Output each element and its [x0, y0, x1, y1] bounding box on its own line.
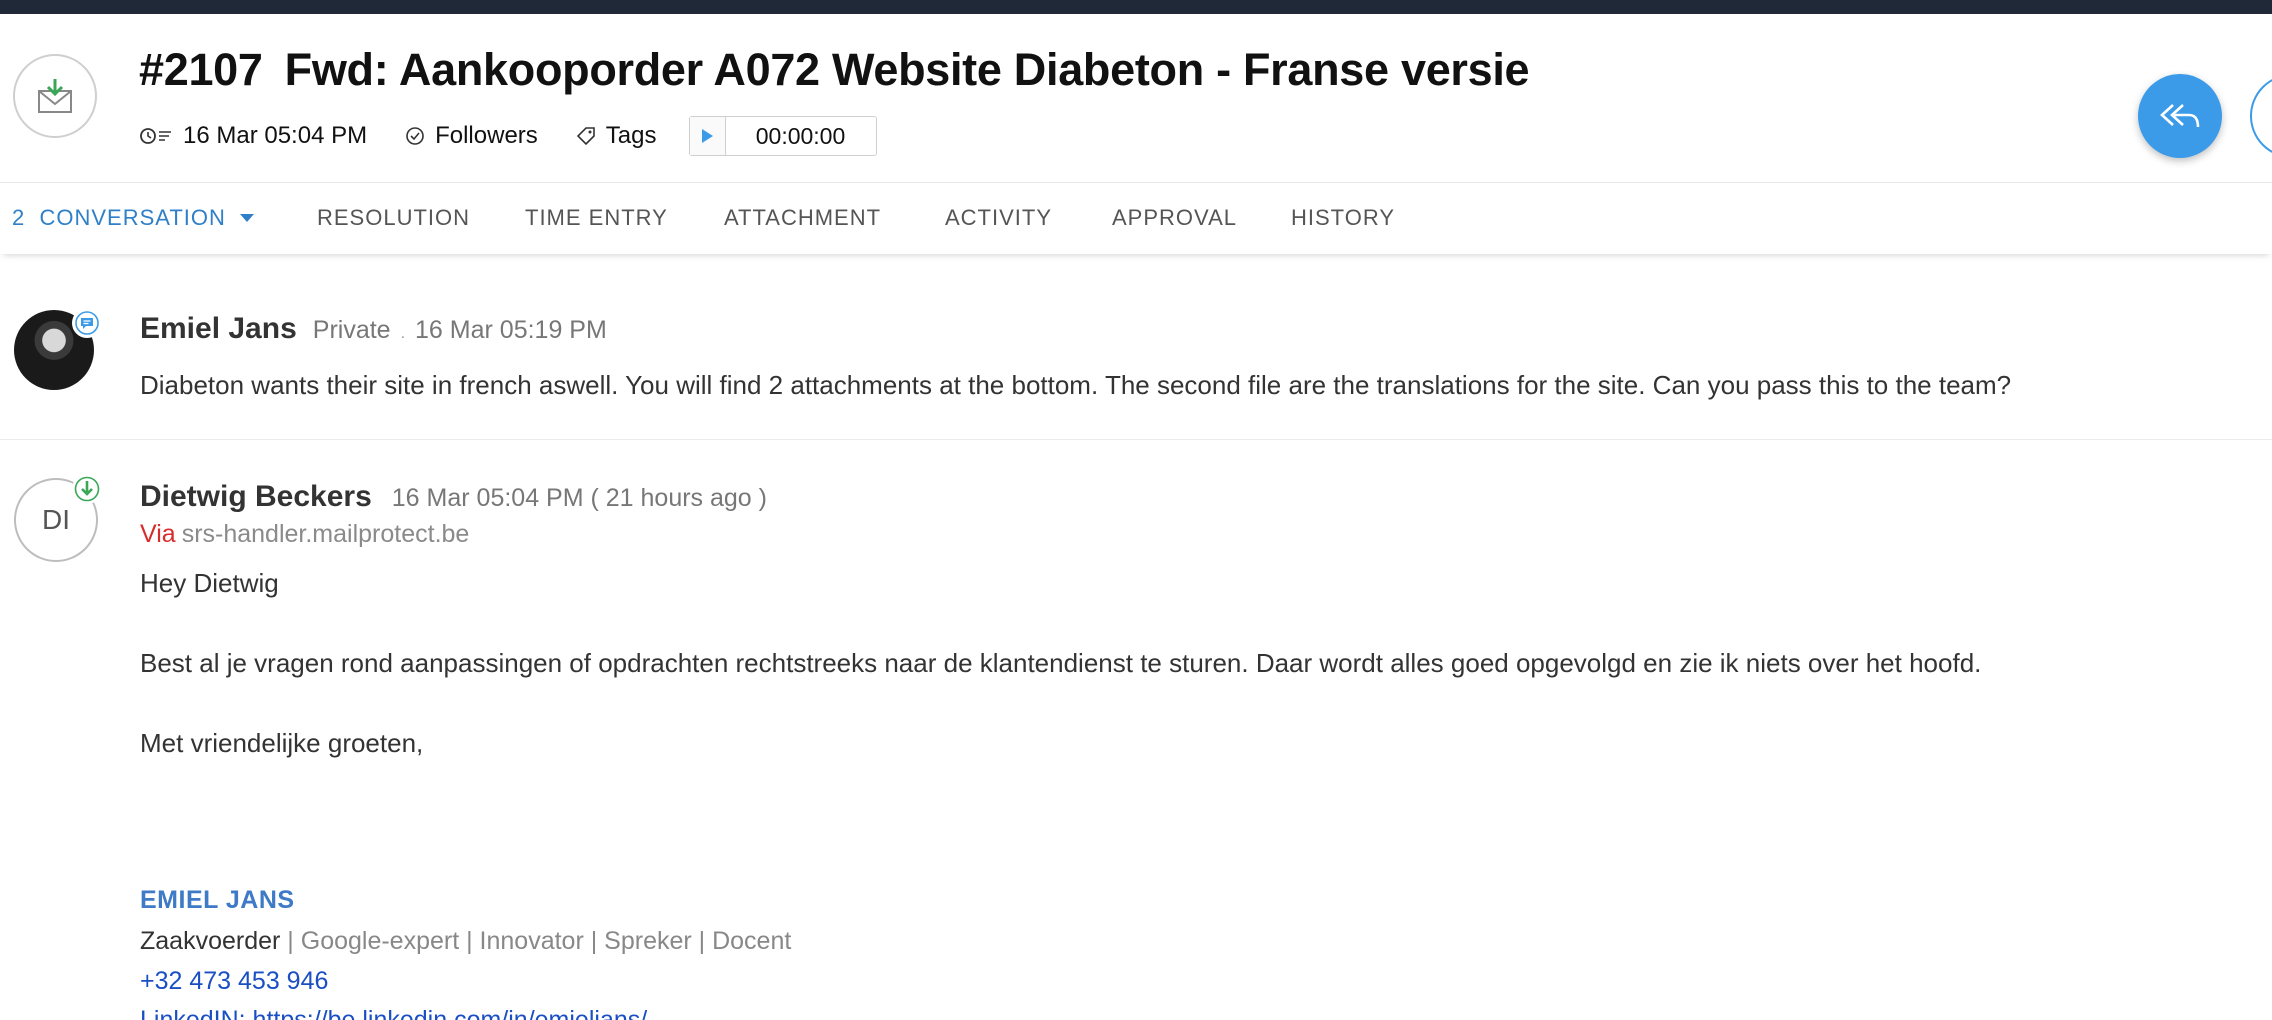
- signature-phone-link[interactable]: +32 473 453 946: [140, 967, 328, 996]
- incoming-arrow-icon: [72, 474, 102, 504]
- message-timestamp: 16 Mar 05:04 PM ( 21 hours ago ): [391, 484, 767, 512]
- ticket-title: #2107 Fwd: Aankooporder A072 Website Diab…: [139, 44, 1530, 96]
- top-app-bar: [0, 0, 2272, 14]
- email-paragraph: Best al je vragen rond aanpassingen of o…: [140, 648, 1982, 678]
- ticket-subject: Fwd: Aankooporder A072 Website Diabeton …: [284, 44, 1530, 95]
- separator: .: [400, 325, 406, 342]
- tag-icon: [576, 127, 595, 146]
- signature-role: Zaakvoerder | Google-expert | Innovator …: [140, 927, 791, 956]
- ticket-header: #2107 Fwd: Aankooporder A072 Website Diab…: [0, 14, 2272, 182]
- timer-widget: 00:00:00: [688, 116, 877, 156]
- tab-time-entry[interactable]: TIME ENTRY: [525, 205, 668, 231]
- followers-label: Followers: [435, 122, 538, 149]
- check-circle-icon: [406, 127, 424, 145]
- ticket-meta: 16 Mar 05:04 PM Followers Tags 00:00:00: [139, 114, 877, 158]
- followers-button[interactable]: Followers: [405, 122, 538, 150]
- tags-label: Tags: [605, 122, 657, 149]
- timer-play-button[interactable]: [689, 117, 726, 155]
- more-actions-button[interactable]: [2250, 74, 2272, 158]
- message-timestamp: 16 Mar 05:19 PM: [415, 316, 607, 344]
- tab-conversation-label: CONVERSATION: [39, 205, 226, 230]
- reply-all-button[interactable]: [2138, 74, 2222, 158]
- timer-value: 00:00:00: [755, 122, 846, 149]
- private-note-message: Emiel Jans Private . 16 Mar 05:19 PM Dia…: [0, 254, 2272, 440]
- created-time-label: 16 Mar 05:04 PM: [183, 122, 368, 149]
- message-header: Dietwig Beckers 16 Mar 05:04 PM ( 21 hou…: [140, 480, 767, 514]
- message-header: Emiel Jans Private . 16 Mar 05:19 PM: [140, 312, 607, 346]
- visibility-label: Private: [312, 316, 391, 344]
- signature-linkedin-link[interactable]: LinkedIN: https://be.linkedin.com/in/emi…: [140, 1006, 647, 1020]
- email-greeting: Hey Dietwig: [140, 568, 279, 598]
- author-name[interactable]: Emiel Jans: [140, 312, 297, 346]
- tab-history[interactable]: HISTORY: [1291, 205, 1395, 231]
- email-incoming-icon: [13, 54, 97, 138]
- message-body: Diabeton wants their site in french aswe…: [140, 370, 2012, 400]
- tab-approval[interactable]: APPROVAL: [1112, 205, 1237, 231]
- signature-role-rest: | Google-expert | Innovator | Spreker | …: [280, 927, 792, 955]
- ticket-tabs: 2 CONVERSATION RESOLUTION TIME ENTRY ATT…: [0, 182, 2272, 254]
- conversation-count: 2: [12, 205, 26, 230]
- incoming-email-message: DI Dietwig Beckers 16 Mar 05:04 PM ( 21 …: [0, 440, 2272, 1020]
- chevron-down-icon[interactable]: [239, 214, 254, 222]
- tab-conversation[interactable]: 2 CONVERSATION: [12, 205, 254, 231]
- tab-resolution[interactable]: RESOLUTION: [317, 205, 470, 231]
- via-host: srs-handler.mailprotect.be: [181, 520, 470, 548]
- chat-bubble-icon: [72, 308, 102, 338]
- tab-attachment[interactable]: ATTACHMENT: [724, 205, 881, 231]
- created-time[interactable]: 16 Mar 05:04 PM: [139, 122, 367, 150]
- tags-button[interactable]: Tags: [576, 122, 657, 150]
- play-icon: [702, 129, 713, 143]
- via-line: Via srs-handler.mailprotect.be: [140, 520, 469, 549]
- author-name[interactable]: Dietwig Beckers: [140, 480, 372, 514]
- reply-all-icon: [2160, 104, 2200, 128]
- tab-activity[interactable]: ACTIVITY: [945, 205, 1052, 231]
- email-closing: Met vriendelijke groeten,: [140, 728, 424, 758]
- signature-role-primary: Zaakvoerder: [140, 927, 281, 955]
- signature-name: EMIEL JANS: [140, 886, 295, 914]
- clock-icon: [140, 128, 171, 144]
- via-label: Via: [140, 520, 176, 548]
- ticket-number: #2107: [139, 44, 263, 95]
